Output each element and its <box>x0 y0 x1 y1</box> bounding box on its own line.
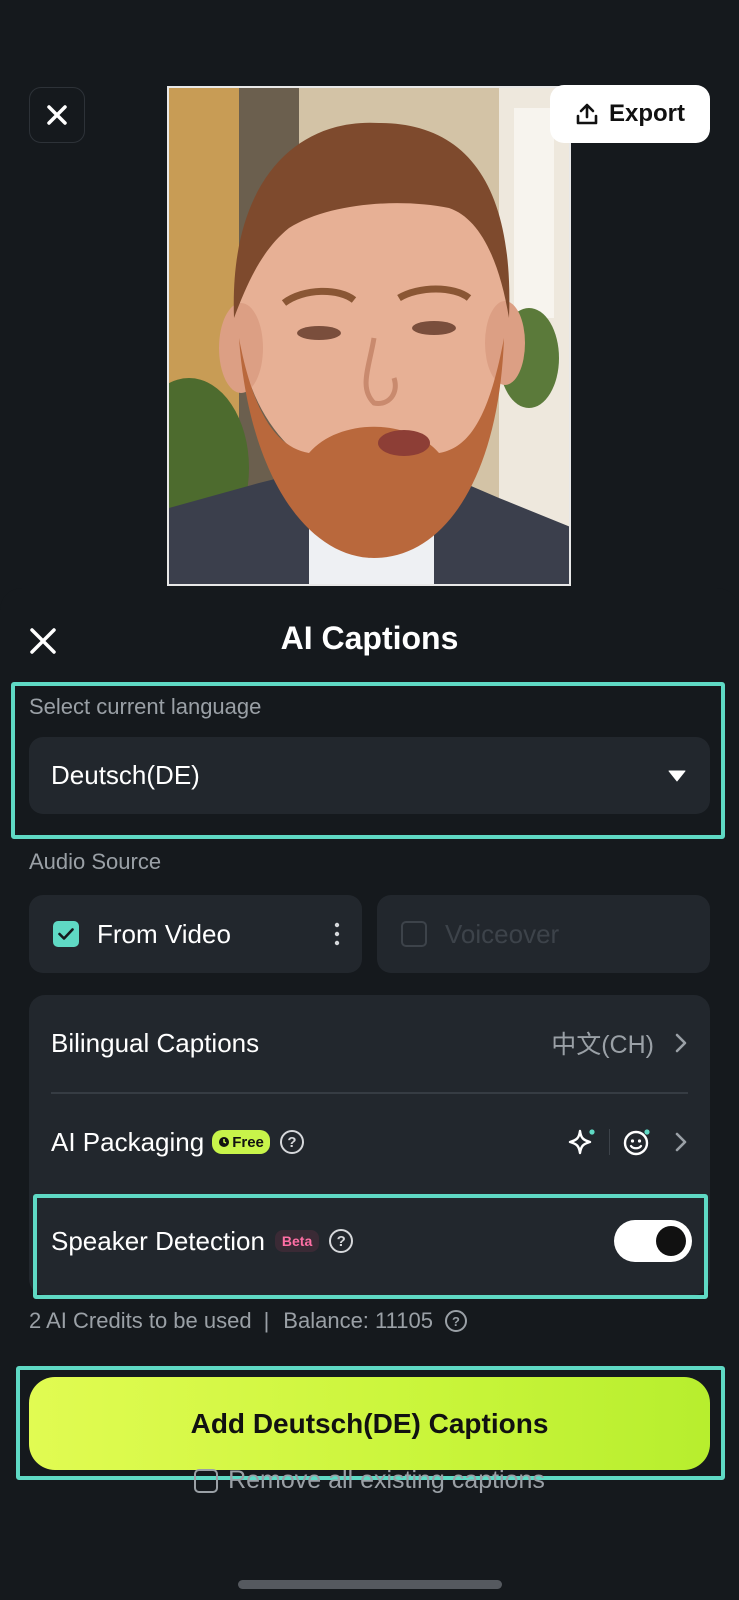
language-select[interactable]: Deutsch(DE) <box>29 737 710 814</box>
language-selected-value: Deutsch(DE) <box>51 760 200 790</box>
bilingual-captions-label: Bilingual Captions <box>51 1027 260 1058</box>
voiceover-option[interactable]: Voiceover <box>377 895 710 973</box>
ai-packaging-help-icon[interactable]: ? <box>279 1130 304 1154</box>
close-editor-button[interactable] <box>29 87 85 143</box>
credits-help-icon[interactable]: ? <box>444 1310 467 1332</box>
bilingual-language-value: 中文(CH) <box>551 1031 654 1059</box>
language-section-label: Select current language <box>29 694 262 719</box>
upload-icon <box>576 103 598 125</box>
caret-down-icon <box>668 770 686 781</box>
video-preview[interactable] <box>167 86 571 586</box>
credits-used: 2 AI Credits to be used <box>29 1308 252 1333</box>
free-badge-label: Free <box>232 1133 264 1151</box>
panel-title: AI Captions <box>280 620 459 656</box>
from-video-checkbox[interactable] <box>53 921 79 947</box>
remove-existing-label: Remove all existing captions <box>228 1466 545 1494</box>
close-icon <box>47 105 67 125</box>
sparkle-icon <box>568 1129 595 1155</box>
export-label: Export <box>608 100 685 127</box>
remove-existing-checkbox[interactable] <box>194 1468 219 1493</box>
home-indicator <box>238 1580 502 1589</box>
export-button[interactable]: Export <box>550 85 710 143</box>
check-icon <box>58 928 74 940</box>
free-badge: Free <box>212 1130 270 1154</box>
speaker-detection-highlight <box>33 1194 708 1299</box>
clock-icon <box>219 1137 230 1147</box>
voiceover-checkbox[interactable] <box>401 921 427 947</box>
chevron-right-icon <box>675 1132 687 1152</box>
add-captions-button[interactable]: Add Deutsch(DE) Captions <box>29 1377 710 1470</box>
ai-packaging-label: AI Packaging <box>51 1126 205 1157</box>
audio-source-label: Audio Source <box>29 849 162 874</box>
video-frame-image <box>169 88 569 584</box>
icon-separator <box>608 1129 610 1155</box>
more-vertical-icon[interactable] <box>334 922 340 946</box>
bilingual-captions-row[interactable]: Bilingual Captions 中文(CH) <box>29 995 710 1091</box>
remove-existing-captions-option[interactable]: Remove all existing captions <box>0 1466 739 1495</box>
voiceover-label: Voiceover <box>445 918 560 949</box>
credits-info: 2 AI Credits to be used | Balance: 11105… <box>29 1308 467 1334</box>
credits-balance: Balance: 11105 <box>283 1308 433 1333</box>
ai-packaging-row[interactable]: AI Packaging Free ? <box>29 1094 710 1190</box>
from-video-option[interactable]: From Video <box>29 895 362 973</box>
smiley-sticker-icon <box>623 1129 650 1156</box>
chevron-right-icon <box>675 1033 687 1053</box>
from-video-label: From Video <box>97 918 231 949</box>
ai-captions-panel: AI Captions Select current language Deut… <box>0 588 739 1600</box>
credits-separator: | <box>263 1308 270 1333</box>
